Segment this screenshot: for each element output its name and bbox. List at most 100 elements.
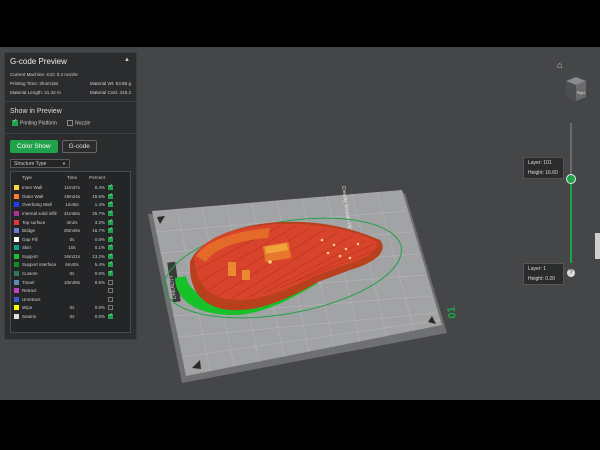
legend-visibility-checkbox[interactable] (108, 192, 113, 199)
structure-type-select[interactable]: Structure Type ▼ (10, 159, 70, 169)
tab-gcode[interactable]: G-code (61, 140, 97, 154)
printing-platform-option[interactable]: Printing Platform (12, 118, 57, 126)
legend-row: Seams 0s 0.0% (11, 312, 130, 321)
legend-visibility-checkbox[interactable] (108, 288, 113, 294)
legend-time: 0s (69, 305, 75, 311)
panel-title: G-code Preview (10, 57, 67, 66)
view-cube[interactable]: Right (564, 75, 588, 105)
legend-header-time: Time (66, 175, 78, 181)
bottom-bar (0, 400, 600, 450)
legend-visibility-checkbox[interactable] (108, 209, 113, 216)
legend-type: Inner Wall (22, 185, 43, 191)
current-machine: Current Machine: K1C 0.4 nozzle (10, 72, 78, 77)
legend-percent: 16.7% (92, 228, 105, 234)
legend-time: 11m37s (64, 185, 80, 191)
side-panel-grip[interactable] (595, 233, 600, 259)
collapse-icon[interactable]: ▲ (124, 57, 130, 63)
legend-type: Retract (22, 288, 37, 294)
legend-time: 31m55s (63, 210, 80, 216)
top-layer-label: Layer: 101 (528, 160, 552, 166)
legend-row: Internal solid infill 31m55s 25.7% (11, 209, 130, 218)
legend-visibility-checkbox[interactable] (108, 269, 113, 277)
legend-visibility-checkbox[interactable] (108, 200, 113, 208)
legend-type: Top surface (22, 219, 46, 225)
legend-visibility-checkbox[interactable] (108, 243, 113, 251)
color-swatch (14, 219, 19, 225)
color-swatch (14, 296, 19, 302)
legend-time: 10s (68, 245, 76, 251)
print-stats-row-2: Material Length: 21.42 m Material Cost: … (5, 87, 136, 96)
material-cost: Material Cost: 415.2 (89, 90, 131, 95)
nozzle-checkbox[interactable] (66, 120, 73, 126)
legend-header-type: Type (22, 175, 32, 181)
legend-time: 1m45s (65, 202, 79, 208)
legend-type: Support (22, 253, 38, 259)
legend-percent: 0.0% (94, 314, 105, 320)
legend-row: Outer Wall 19m24s 15.6% (11, 192, 130, 201)
legend-visibility-checkbox[interactable] (108, 305, 113, 311)
legend-row: Top surface 4m2s 3.2% (11, 218, 130, 227)
legend-visibility-checkbox[interactable] (108, 260, 113, 268)
feature-legend: Type Time Percent Inner Wall 11m37s 9.4%Ou… (10, 171, 131, 334)
legend-percent: 3.2% (94, 219, 105, 225)
color-swatch (14, 253, 19, 259)
legend-row: Retract (11, 286, 130, 295)
legend-row: Gap Fill 0s 0.0% (11, 235, 130, 244)
color-swatch (14, 228, 19, 234)
legend-type: Unretract (22, 296, 41, 302)
help-icon[interactable]: ? (567, 269, 575, 277)
legend-row: Support 16m21s 13.2% (11, 252, 130, 261)
legend-type: Travel (22, 279, 35, 285)
preview-tabs: Color Show G-code (5, 133, 136, 156)
legend-percent: 8.6% (94, 279, 105, 285)
legend-visibility-checkbox[interactable] (108, 252, 113, 259)
layer-slider-top-handle[interactable] (566, 174, 576, 184)
legend-type: Skirt (22, 245, 31, 251)
legend-time: 10m39s (63, 279, 80, 285)
legend-time: 4m2s (66, 219, 78, 225)
legend-header: Type Time Percent (11, 172, 130, 183)
legend-percent: 25.7% (92, 210, 105, 216)
color-swatch (14, 314, 19, 320)
legend-type: Wipe (22, 305, 33, 311)
legend-visibility-checkbox[interactable] (108, 226, 113, 234)
legend-row: Support interface 6m40s 5.4% (11, 260, 130, 270)
legend-visibility-checkbox[interactable] (108, 296, 113, 302)
legend-row: Unretract (11, 295, 130, 304)
home-icon[interactable]: ⌂ (557, 60, 562, 70)
legend-row: Custom 0s 0.0% (11, 269, 130, 278)
top-height-label: Height: 16.60 (528, 170, 558, 176)
color-swatch (14, 288, 19, 294)
legend-time: 6m40s (65, 262, 79, 268)
legend-row: Wipe 0s 0.0% (11, 304, 130, 313)
legend-header-percent: Percent (89, 175, 105, 181)
bottom-height-label: Height: 0.20 (528, 276, 555, 282)
plate-number: 01 (445, 305, 459, 319)
legend-visibility-checkbox[interactable] (108, 279, 113, 285)
nozzle-option[interactable]: Nozzle (66, 120, 90, 126)
legend-percent: 15.6% (92, 193, 105, 199)
color-swatch (14, 271, 19, 277)
structure-type-value: Structure Type (14, 161, 47, 168)
legend-visibility-checkbox[interactable] (108, 218, 113, 225)
view-cube-label: Right (577, 91, 585, 95)
material-length: Material Length: 21.42 m (10, 90, 61, 95)
legend-visibility-checkbox[interactable] (108, 312, 113, 320)
legend-type: Internal solid infill (22, 210, 57, 216)
color-swatch (14, 202, 19, 208)
color-swatch (14, 236, 19, 242)
legend-time: 16m21s (63, 253, 80, 259)
legend-row: Inner Wall 11m37s 9.4% (11, 183, 130, 192)
legend-row: Bridge 20m46s 16.7% (11, 226, 130, 235)
legend-visibility-checkbox[interactable] (108, 183, 113, 191)
color-swatch (14, 210, 19, 216)
preview-options: Printing Platform Nozzle (5, 117, 136, 129)
bottom-layer-label: Layer: 1 (528, 266, 547, 272)
legend-visibility-checkbox[interactable] (108, 235, 113, 242)
legend-percent: 9.4% (94, 185, 105, 191)
show-in-preview-title: Show in Preview (5, 101, 136, 117)
legend-type: Custom (22, 271, 38, 277)
tab-color-show[interactable]: Color Show (10, 140, 58, 154)
printing-platform-checkbox[interactable] (12, 118, 18, 126)
legend-type: Overhang Wall (22, 202, 52, 208)
